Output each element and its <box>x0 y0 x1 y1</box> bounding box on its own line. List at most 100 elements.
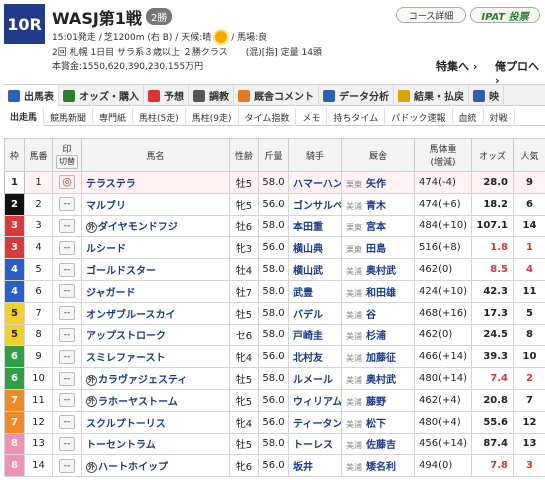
header-sex[interactable]: 性齢 <box>229 138 259 172</box>
horse-name-cell[interactable]: ルシード <box>81 236 230 260</box>
mark-button[interactable]: -- <box>59 349 75 364</box>
mark-cell[interactable]: -- <box>52 410 82 434</box>
subtab-7[interactable]: 持ちタイム <box>327 108 386 126</box>
mark-button[interactable]: -- <box>59 306 75 321</box>
horse-name-cell[interactable]: ゴールドスター <box>81 258 230 281</box>
horse-name-link[interactable]: テラステラ <box>86 179 136 190</box>
tab-3[interactable]: 調教 <box>189 85 234 106</box>
trainer-link[interactable]: 宮本 <box>366 222 386 233</box>
subtab-6[interactable]: メモ <box>296 108 328 126</box>
horse-name-link[interactable]: ハートホイップ <box>98 462 168 473</box>
mark-cell[interactable]: -- <box>52 214 82 238</box>
odds-cell[interactable]: 87.4 <box>471 432 514 456</box>
header-horse[interactable]: 馬名 <box>81 138 230 172</box>
subtab-9[interactable]: 血統 <box>453 108 484 126</box>
subtab-4[interactable]: 馬柱(9走) <box>186 108 239 126</box>
trainer-cell[interactable]: 美浦 松下 <box>341 410 415 434</box>
trainer-link[interactable]: 和田雄 <box>366 288 396 299</box>
table-row[interactable]: 5 8 -- アップストローク セ6 58.0 戸崎圭 美浦 杉浦 462(0) 24.5 8 <box>4 323 545 347</box>
trainer-cell[interactable]: 美浦 和田雄 <box>341 279 415 303</box>
mark-cell[interactable]: -- <box>52 454 82 478</box>
odds-cell[interactable]: 7.8 <box>471 454 514 478</box>
odds-cell[interactable]: 55.6 <box>471 410 514 434</box>
mark-cell[interactable]: ◎ <box>52 171 82 194</box>
odds-cell[interactable]: 28.0 <box>471 171 514 194</box>
mark-button[interactable]: -- <box>59 240 75 255</box>
trainer-cell[interactable]: 栗東 宮本 <box>341 214 415 238</box>
mark-cell[interactable]: -- <box>52 323 82 347</box>
horse-name-cell[interactable]: スクルプトーリス <box>81 410 230 434</box>
subtab-10[interactable]: 対戦 <box>484 108 515 126</box>
horse-name-cell[interactable]: オンザブルースカイ <box>81 301 230 325</box>
mark-cell[interactable]: -- <box>52 388 82 412</box>
tab-6[interactable]: 結果・払戻 <box>394 85 469 106</box>
table-row[interactable]: 2 2 -- マルブリ 牝5 56.0 ゴンサルベ 美浦 青木 474(+6) 18.2 6 <box>4 192 545 216</box>
trainer-link[interactable]: 矮名利 <box>366 462 396 473</box>
horse-name-cell[interactable]: 外ハートホイップ <box>81 454 230 478</box>
table-row[interactable]: 8 13 -- トーセントラム 牡5 58.0 トーレス 美浦 佐藤吉 456(+14) 87.4 1… <box>4 432 545 456</box>
horse-name-link[interactable]: スミレファースト <box>86 353 166 364</box>
tab-5[interactable]: データ分析 <box>319 85 394 106</box>
table-row[interactable]: 4 6 -- ジャガード 牡7 58.0 武豊 美浦 和田雄 424(+10) 42.3 11 <box>4 279 545 303</box>
horse-name-cell[interactable]: テラステラ <box>81 171 230 194</box>
tab-4[interactable]: 厩舎コメント <box>234 85 319 106</box>
mark-cell[interactable]: -- <box>52 279 82 303</box>
trainer-link[interactable]: 田島 <box>366 244 386 255</box>
subtab-0[interactable]: 出走馬 <box>4 108 45 126</box>
table-row[interactable]: 7 11 -- 外ラホーヤストーム 牝5 56.0 ウィリアム 美浦 藤野 462(+4) 20.8… <box>4 388 545 412</box>
trainer-cell[interactable]: 美浦 矮名利 <box>341 454 415 478</box>
table-row[interactable]: 6 9 -- スミレファースト 牝4 56.0 北村友 美浦 加藤征 466(+14) 39.3 10 <box>4 345 545 369</box>
jockey-link[interactable]: 北村友 <box>288 345 342 369</box>
horse-name-link[interactable]: カラヴァジェスティ <box>98 375 187 386</box>
table-row[interactable]: 6 10 -- 外カラヴァジェスティ 牡5 58.0 ルメール 美浦 奥村武 480(+14) 7.… <box>4 367 545 390</box>
horse-name-link[interactable]: ゴールドスター <box>86 266 156 277</box>
trainer-link[interactable]: 松下 <box>366 419 386 430</box>
tab-0[interactable]: 出馬表 <box>4 85 59 106</box>
table-row[interactable]: 7 12 -- スクルプトーリス 牝4 56.0 ティータン 美浦 松下 480(+4) 55.6 1… <box>4 410 545 434</box>
horse-name-link[interactable]: ラホーヤストーム <box>98 397 178 408</box>
mark-button[interactable]: -- <box>59 327 75 342</box>
trainer-link[interactable]: 矢作 <box>366 179 386 190</box>
header-mark[interactable]: 印切替 <box>52 138 82 172</box>
horse-name-link[interactable]: ジャガード <box>86 288 136 299</box>
trainer-cell[interactable]: 美浦 青木 <box>341 192 415 216</box>
horse-name-link[interactable]: スクルプトーリス <box>86 419 166 430</box>
horse-name-cell[interactable]: ジャガード <box>81 279 230 303</box>
horse-name-link[interactable]: ダイヤモンドフジ <box>98 222 178 233</box>
trainer-link[interactable]: 加藤征 <box>366 353 396 364</box>
jockey-link[interactable]: 坂井 <box>288 454 342 478</box>
jockey-link[interactable]: 横山武 <box>288 258 342 281</box>
trainer-cell[interactable]: 栗東 田島 <box>341 236 415 260</box>
tab-2[interactable]: 予想 <box>144 85 189 106</box>
jockey-link[interactable]: 戸崎圭 <box>288 323 342 347</box>
odds-cell[interactable]: 20.8 <box>471 388 514 412</box>
feature-link-label[interactable]: 特集へ <box>436 60 469 73</box>
horse-name-cell[interactable]: マルブリ <box>81 192 230 216</box>
mark-button[interactable]: -- <box>59 371 75 386</box>
jockey-link[interactable]: 武豊 <box>288 279 342 303</box>
trainer-cell[interactable]: 美浦 佐藤吉 <box>341 432 415 456</box>
tab-7[interactable]: 映 <box>469 85 504 106</box>
jockey-link[interactable]: ウィリアム <box>288 388 342 412</box>
mark-toggle-button[interactable]: 切替 <box>56 154 78 169</box>
mark-button[interactable]: -- <box>59 218 75 233</box>
trainer-cell[interactable]: 美浦 杉浦 <box>341 323 415 347</box>
mark-button[interactable]: -- <box>59 284 75 299</box>
trainer-cell[interactable]: 美浦 加藤征 <box>341 345 415 369</box>
odds-cell[interactable]: 18.2 <box>471 192 514 216</box>
jockey-link[interactable]: ハマーハン <box>288 171 342 194</box>
mark-cell[interactable]: -- <box>52 367 82 390</box>
trainer-link[interactable]: 奥村武 <box>366 266 396 277</box>
trainer-cell[interactable]: 美浦 奥村武 <box>341 367 415 390</box>
mark-cell[interactable]: -- <box>52 301 82 325</box>
odds-cell[interactable]: 8.5 <box>471 258 514 281</box>
table-row[interactable]: 8 14 -- 外ハートホイップ 牝6 56.0 坂井 美浦 矮名利 494(0) 7.8 3 <box>4 454 545 478</box>
subtab-2[interactable]: 専門紙 <box>93 108 134 126</box>
header-odds[interactable]: オッズ <box>471 138 514 172</box>
mark-button[interactable]: -- <box>59 436 75 451</box>
trainer-cell[interactable]: 美浦 奥村武 <box>341 258 415 281</box>
pro-link-label[interactable]: 俺プロへ <box>495 60 539 73</box>
trainer-cell[interactable]: 美浦谷 <box>341 301 415 325</box>
jockey-link[interactable]: バデル <box>288 301 342 325</box>
horse-name-cell[interactable]: 外ダイヤモンドフジ <box>81 214 230 238</box>
